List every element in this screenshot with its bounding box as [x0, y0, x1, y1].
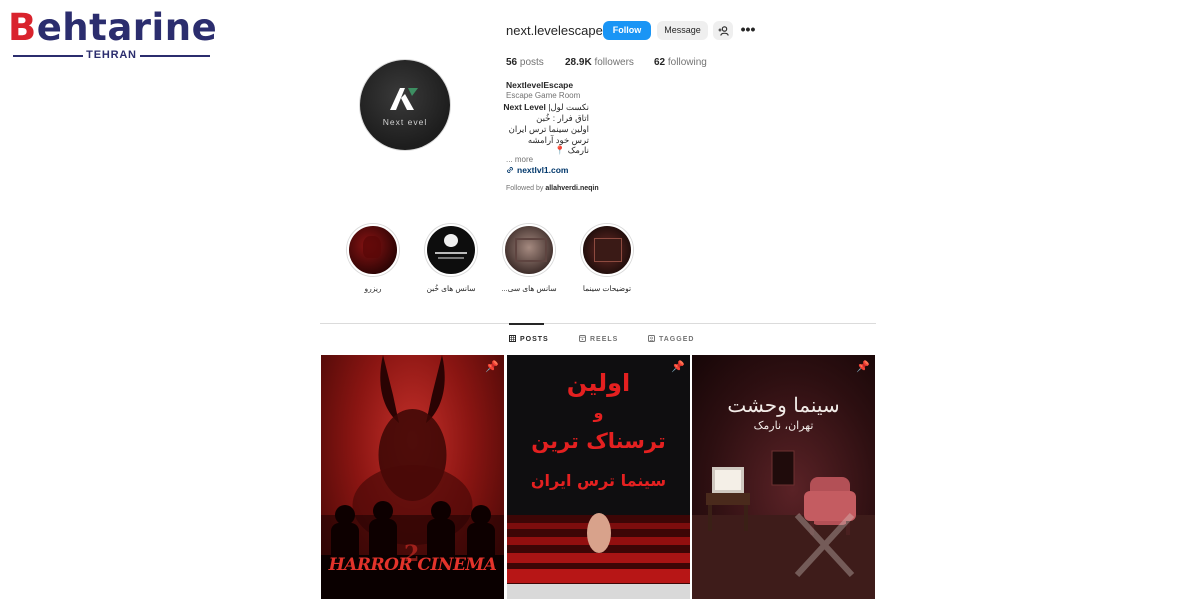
- post-number: 2: [404, 541, 420, 567]
- add-user-icon: [718, 26, 729, 36]
- post-subtitle: تهران، نارمک: [753, 419, 814, 432]
- watermark-title: Behtarine: [8, 6, 218, 49]
- pin-icon: 📌: [671, 361, 685, 373]
- post-title: سینما وحشت: [727, 393, 840, 417]
- pin-icon: 📌: [485, 361, 499, 373]
- bio-line-3: اولین سینما ترس ایران: [508, 124, 589, 134]
- suggest-user-button[interactable]: [713, 21, 733, 40]
- active-tab-indicator: [509, 323, 544, 325]
- highlight-item[interactable]: سانس های سی...: [484, 224, 574, 293]
- highlight-label: توضیحات سینما: [582, 284, 632, 293]
- highlight-cover: [581, 224, 633, 276]
- more-options-button[interactable]: •••: [739, 21, 757, 40]
- highlight-cover: [503, 224, 555, 276]
- highlight-label: سانس های سی...: [501, 284, 557, 293]
- highlight-item[interactable]: سانس های خُبن: [406, 224, 496, 293]
- highlight-item[interactable]: ریزرو: [328, 224, 418, 293]
- bio-line-2: اتاق فرار : خُبن: [536, 113, 589, 123]
- post-artwork: [692, 450, 875, 599]
- post-line-1: اولین: [566, 369, 631, 397]
- bio-line-5: نارمک 📍: [554, 145, 589, 155]
- highlight-cover: [425, 224, 477, 276]
- posts-count: 56 posts: [506, 57, 544, 68]
- website-link[interactable]: nextlvl1.com: [506, 165, 569, 175]
- follow-button[interactable]: Follow: [603, 21, 651, 40]
- watermark-logo: Behtarine TEHRAN: [8, 6, 217, 61]
- message-button[interactable]: Message: [657, 21, 708, 40]
- followed-by[interactable]: Followed by allahverdi.neqin: [506, 185, 599, 192]
- highlight-cover: [347, 224, 399, 276]
- profile-username: next.levelescape: [506, 23, 603, 38]
- tabs-divider: [320, 323, 876, 324]
- pin-icon: 📌: [856, 361, 870, 373]
- profile-category: Escape Game Room: [506, 91, 581, 100]
- post-tile[interactable]: HARROR CINEMA 2 📌: [321, 355, 504, 599]
- link-icon: [507, 167, 513, 173]
- following-count[interactable]: 62 following: [654, 57, 707, 68]
- grid-icon: [509, 335, 516, 344]
- brand-logo-icon: [390, 88, 418, 110]
- post-line-4: سینما ترس ایران: [530, 471, 667, 490]
- post-tile[interactable]: سینما وحشت تهران، نارمک 📌: [692, 355, 875, 599]
- post-tile[interactable]: اولین و ترسناک ترین سینما ترس ایران 📌: [507, 355, 690, 599]
- followers-count[interactable]: 28.9K followers: [565, 57, 634, 68]
- tagged-icon: [648, 335, 655, 344]
- bio-line-1: نکست لول| Next Level: [503, 102, 589, 112]
- watermark-subtitle: TEHRAN: [86, 49, 137, 61]
- post-line-3: ترسناک ترین: [531, 429, 666, 453]
- tab-reels[interactable]: REELS: [579, 335, 618, 344]
- highlight-label: ریزرو: [364, 284, 382, 293]
- more-link[interactable]: ... more: [506, 155, 533, 164]
- avatar-text: Next evel: [382, 117, 428, 127]
- highlight-label: سانس های خُبن: [426, 284, 476, 293]
- tab-posts[interactable]: POSTS: [509, 335, 549, 344]
- tab-tagged[interactable]: TAGGED: [648, 335, 694, 344]
- profile-avatar[interactable]: Next evel: [360, 60, 450, 150]
- highlight-item[interactable]: توضیحات سینما: [562, 224, 652, 293]
- post-line-2: و: [593, 403, 604, 422]
- reels-icon: [579, 335, 586, 344]
- display-name: NextlevelEscape: [506, 80, 574, 90]
